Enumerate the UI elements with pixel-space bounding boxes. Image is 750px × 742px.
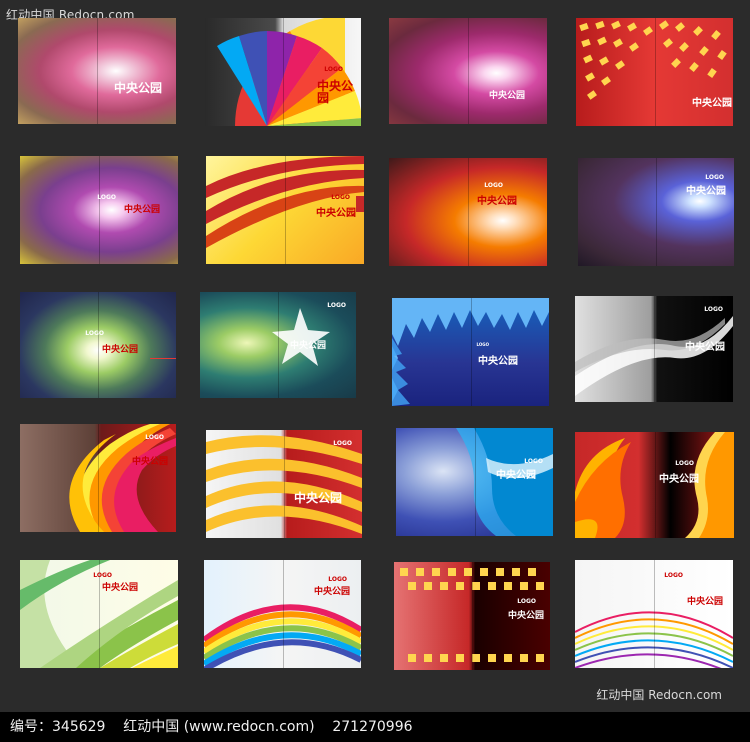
brochure-cover-2[interactable]: LOGO 中央公园: [205, 18, 361, 126]
cover-title: 中央公园: [314, 587, 351, 597]
brochure-cover-3[interactable]: 中央公园: [389, 18, 547, 124]
cover-logo: LOGO: [704, 306, 723, 313]
cover-title: 中央公园: [489, 91, 526, 101]
footer-bar: 编号：345629 红动中国 (www.redocn.com) 27127099…: [0, 712, 750, 742]
cover-title: 中央公园: [124, 205, 161, 215]
cover-title: 中央公园: [508, 611, 545, 621]
cover-title: 中央公园: [687, 597, 724, 607]
cover-logo: LOGO: [331, 194, 350, 201]
cover-title: 中央公园: [685, 342, 725, 353]
cover-logo: LOGO: [524, 458, 543, 465]
curtain-wave-art: [456, 428, 553, 536]
watermark-bottom-right: 红动中国 Redocn.com: [596, 688, 722, 702]
cover-logo: LOGO: [705, 174, 724, 181]
brochure-cover-18[interactable]: LOGO 中央公园: [204, 560, 361, 668]
cover-title: 中央公园: [686, 186, 726, 197]
cover-title: 中央公园: [478, 356, 518, 367]
brochure-cover-16[interactable]: LOGO 中央公园: [575, 432, 734, 538]
cover-logo: LOGO: [476, 342, 490, 347]
brochure-cover-5[interactable]: LOGO 中央公园: [20, 156, 178, 264]
brochure-cover-14[interactable]: LOGO 中央公园: [206, 430, 362, 538]
cover-logo: LOGO: [93, 572, 112, 579]
cover-title: 中央公园: [477, 196, 517, 207]
cover-logo: LOGO: [664, 572, 683, 579]
brochure-cover-12[interactable]: LOGO 中央公园: [575, 296, 733, 402]
cover-title: 中央公园: [102, 345, 139, 355]
cover-logo: LOGO: [327, 302, 346, 309]
cover-logo: LOGO: [333, 440, 352, 447]
cover-title: 中央公园: [290, 341, 327, 351]
brochure-cover-11[interactable]: 中央公园 LOGO: [392, 298, 549, 406]
brochure-cover-15[interactable]: LOGO 中央公园: [396, 428, 553, 536]
cover-title: 中央公园: [692, 98, 732, 109]
cover-logo: LOGO: [145, 434, 164, 441]
cover-logo: LOGO: [328, 576, 347, 583]
brochure-cover-13[interactable]: LOGO 中央公园: [20, 424, 176, 532]
cover-title: 中央公园: [316, 208, 356, 219]
brochure-cover-6[interactable]: LOGO 中央公园: [206, 156, 364, 264]
cover-logo: LOGO: [675, 460, 694, 467]
footer-text: 编号：345629 红动中国 (www.redocn.com) 27127099…: [10, 719, 413, 735]
brochure-cover-7[interactable]: LOGO 中央公园: [389, 158, 547, 266]
brochure-cover-4[interactable]: 中央公园: [576, 18, 733, 126]
brochure-cover-9[interactable]: LOGO 中央公园: [20, 292, 176, 398]
brochure-cover-8[interactable]: LOGO 中央公园: [578, 158, 734, 266]
flame-wave-art: [575, 432, 734, 538]
brochure-cover-20[interactable]: LOGO 中央公园: [575, 560, 733, 668]
cover-logo: LOGO: [517, 598, 536, 605]
brochure-cover-10[interactable]: LOGO 中央公园: [200, 292, 356, 398]
cover-title: 中央公园: [294, 491, 343, 505]
cover-logo: LOGO: [97, 194, 116, 201]
brochure-cover-1[interactable]: 中央公园: [18, 18, 176, 124]
cover-accent-line: [150, 358, 176, 359]
cover-title: 中央公园: [132, 457, 169, 467]
spiky-pattern-art: [392, 298, 549, 406]
cover-title: 中央公园: [659, 474, 699, 485]
brochure-cover-17[interactable]: LOGO 中央公园: [20, 560, 178, 668]
rainbow-lines-art: [575, 611, 733, 668]
cover-title: 中央公园: [496, 470, 536, 481]
cover-logo: LOGO: [324, 66, 343, 73]
cover-title: 中央公园: [102, 583, 139, 593]
cover-title: 中央公园: [317, 79, 354, 105]
cover-logo: LOGO: [484, 182, 503, 189]
brochure-cover-19[interactable]: LOGO 中央公园: [394, 562, 550, 670]
cover-logo: LOGO: [85, 330, 104, 337]
cover-title: 中央公园: [114, 81, 163, 95]
